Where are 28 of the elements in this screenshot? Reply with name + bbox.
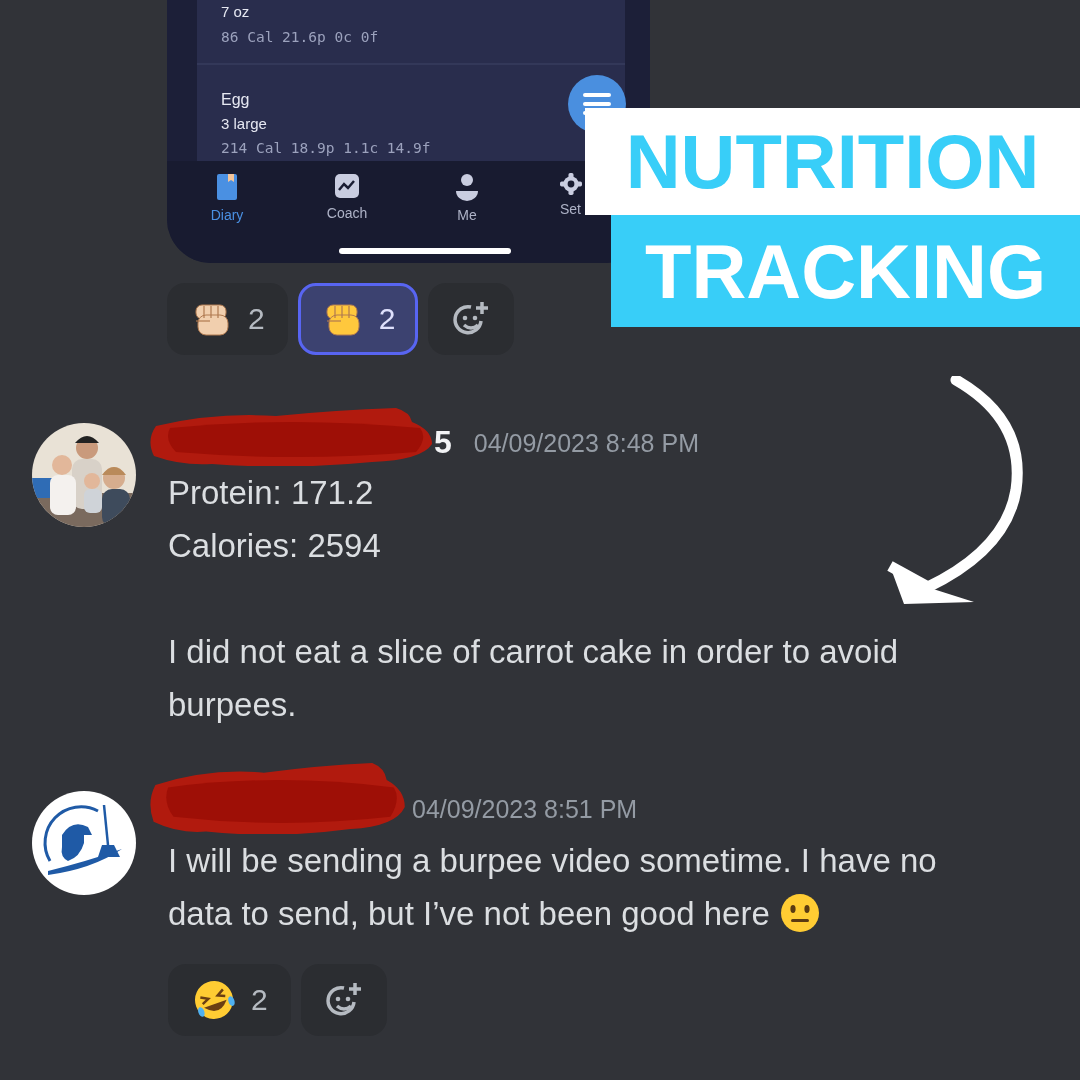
banner-heading: NUTRITION bbox=[585, 108, 1080, 215]
timestamp: 04/09/2023 8:51 PM bbox=[412, 795, 638, 824]
add-reaction-button[interactable] bbox=[300, 964, 387, 1036]
nav-tab[interactable]: Set bbox=[560, 173, 582, 227]
neutral-face-icon bbox=[779, 893, 820, 933]
message-text: I did not eat a slice of carrot cake in order to avoid burpees. bbox=[168, 632, 900, 725]
banner-heading: TRACKING bbox=[611, 215, 1080, 327]
timestamp: 04/09/2023 8:48 PM bbox=[473, 429, 699, 458]
reaction-button[interactable]: 2 bbox=[168, 964, 291, 1036]
logo-icon bbox=[32, 791, 136, 895]
serving-size: 7 oz bbox=[221, 2, 250, 22]
diary-icon bbox=[216, 173, 238, 201]
serving-size: 3 large bbox=[221, 114, 267, 134]
nav-tab[interactable]: Me bbox=[407, 173, 527, 227]
message-text: I will be sending a burpee video sometime. I have no data to send, but I’ve not been good here bbox=[168, 841, 938, 935]
gear-icon bbox=[560, 173, 582, 195]
nav-tab[interactable]: Diary bbox=[167, 173, 287, 227]
reaction-button[interactable]: 2 bbox=[297, 283, 419, 355]
reaction-button[interactable]: 2 bbox=[167, 283, 288, 355]
macros-text: 86 Cal 21.6p 0c 0f bbox=[221, 28, 379, 47]
food-name: Egg bbox=[221, 90, 250, 110]
person-icon bbox=[455, 173, 479, 201]
username[interactable]: 5 bbox=[434, 424, 452, 461]
chart-icon bbox=[334, 173, 360, 199]
nav-tab[interactable]: Coach bbox=[287, 173, 407, 227]
macros-text: 214 Cal 18.9p 1.1c 14.9f bbox=[221, 139, 431, 158]
add-reaction-button[interactable] bbox=[428, 283, 515, 355]
message-text: Protein: 171.2 Calories: 2594 bbox=[168, 473, 382, 566]
